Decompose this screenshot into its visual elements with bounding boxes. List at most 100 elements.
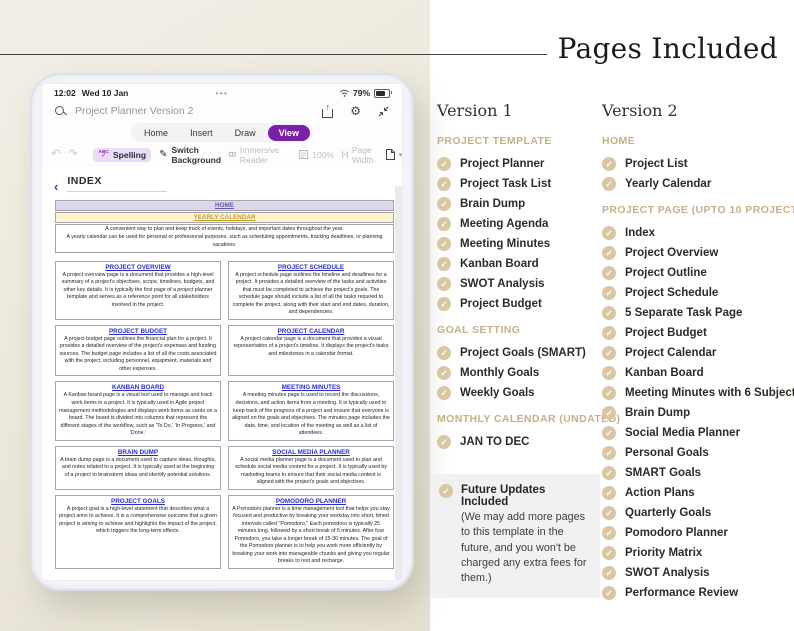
section-link[interactable]: PROJECT OVERVIEW bbox=[59, 264, 217, 271]
section-link[interactable]: PROJECT GOALS bbox=[59, 498, 217, 505]
section-description: A Pomodoro planner is a time management … bbox=[232, 505, 390, 565]
item-label: Project Calendar bbox=[625, 346, 717, 359]
group-items: Project Goals (SMART) Monthly Goals Week… bbox=[437, 346, 599, 400]
list-item: Kanban Board bbox=[437, 257, 599, 271]
yearly-calendar-link[interactable]: YEARLY CALENDAR bbox=[55, 212, 394, 223]
check-icon bbox=[602, 346, 616, 360]
version-1-column: Version 1 PROJECT TEMPLATE Project Plann… bbox=[430, 101, 620, 598]
tab-insert[interactable]: Insert bbox=[180, 126, 223, 140]
item-label: Weekly Goals bbox=[460, 386, 535, 399]
section-link[interactable]: BRAIN DUMP bbox=[59, 449, 217, 456]
list-item: Project Outline bbox=[602, 266, 794, 280]
page-group: MONTHLY CALENDAR (UNDATED) JAN TO DEC bbox=[437, 413, 620, 449]
section-link[interactable]: PROJECT BUDGET bbox=[59, 328, 217, 335]
check-icon bbox=[437, 197, 451, 211]
group-label: PROJECT PAGE (UPTO 10 PROJECTS) bbox=[602, 204, 794, 216]
item-label: 5 Separate Task Page bbox=[625, 306, 743, 319]
check-icon bbox=[602, 406, 616, 420]
page-header: ‹ INDEX bbox=[42, 166, 402, 193]
index-table: HOME YEARLY CALENDAR A convenient way to… bbox=[55, 200, 394, 580]
immersive-reader-button[interactable]: Immersive Reader bbox=[229, 145, 283, 165]
section-link[interactable]: POMODORO PLANNER bbox=[232, 498, 390, 505]
check-icon bbox=[602, 326, 616, 340]
item-label: Project Budget bbox=[625, 326, 707, 339]
list-item: Project Schedule bbox=[602, 286, 794, 300]
item-label: Pomodoro Planner bbox=[625, 526, 728, 539]
index-section: MEETING MINUTES A meeting minutes page i… bbox=[228, 381, 394, 441]
version-2-column: Version 2 HOME Project List bbox=[602, 101, 794, 606]
switch-background-button[interactable]: Switch Background bbox=[159, 145, 221, 165]
list-item: Yearly Calendar bbox=[602, 177, 794, 191]
section-link[interactable]: SOCIAL MEDIA PLANNER bbox=[232, 449, 390, 456]
item-label: Monthly Goals bbox=[460, 366, 540, 379]
section-link[interactable]: PROJECT SCHEDULE bbox=[232, 264, 390, 271]
switch-background-label: Switch Background bbox=[171, 144, 222, 165]
section-link[interactable]: PROJECT CALENDAR bbox=[232, 328, 390, 335]
back-chevron-icon[interactable]: ‹ bbox=[54, 180, 58, 193]
home-link[interactable]: HOME bbox=[55, 200, 394, 211]
document-title[interactable]: Project Planner Version 2 bbox=[75, 105, 193, 117]
check-icon bbox=[602, 157, 616, 171]
group-items: Index Project Overview Project Outline bbox=[602, 226, 794, 600]
tab-home[interactable]: Home bbox=[134, 126, 178, 140]
section-description: A project goal is a high-level statement… bbox=[59, 505, 217, 535]
section-description: A brain dump page is a document used to … bbox=[60, 456, 216, 478]
section-description: A Kanban board page is a visual tool use… bbox=[59, 392, 217, 437]
list-item: Quarterly Goals bbox=[602, 506, 794, 520]
check-icon bbox=[602, 426, 616, 440]
new-page-button[interactable]: ▾ bbox=[386, 149, 402, 160]
zoom-lines-icon bbox=[299, 150, 308, 159]
share-icon[interactable] bbox=[322, 105, 334, 118]
version-1-groups: PROJECT TEMPLATE Project Planner Project bbox=[437, 135, 620, 449]
status-dots-icon: ••• bbox=[215, 88, 229, 98]
spelling-button[interactable]: ABC ✓ Spelling bbox=[93, 147, 152, 162]
note-body: (We may add more pages to this template … bbox=[461, 511, 587, 585]
page-width-button[interactable]: Page Width bbox=[342, 145, 378, 165]
index-section: BRAIN DUMP A brain dump page is a docume… bbox=[55, 445, 221, 490]
item-label: Social Media Planner bbox=[625, 426, 741, 439]
list-item: Action Plans bbox=[602, 486, 794, 500]
item-label: Action Plans bbox=[625, 486, 695, 499]
tab-draw[interactable]: Draw bbox=[225, 126, 266, 140]
tab-view[interactable]: View bbox=[267, 124, 310, 141]
item-label: Kanban Board bbox=[460, 257, 539, 270]
item-label: SWOT Analysis bbox=[625, 566, 710, 579]
list-item: SMART Goals bbox=[602, 466, 794, 480]
item-label: Kanban Board bbox=[625, 366, 704, 379]
search-icon[interactable] bbox=[55, 105, 66, 117]
check-icon bbox=[602, 586, 616, 600]
gear-icon[interactable] bbox=[350, 102, 361, 120]
check-icon bbox=[437, 435, 451, 449]
check-icon bbox=[437, 157, 451, 171]
list-item: Project List bbox=[602, 157, 794, 171]
battery-percent: 79% bbox=[352, 88, 370, 98]
item-label: Priority Matrix bbox=[625, 546, 703, 559]
list-item: Brain Dump bbox=[437, 197, 599, 211]
list-item: Project Goals (SMART) bbox=[437, 346, 599, 360]
check-icon bbox=[437, 366, 451, 380]
check-icon bbox=[439, 484, 453, 498]
check-icon bbox=[437, 177, 451, 191]
spelling-label: Spelling bbox=[113, 149, 147, 160]
check-icon bbox=[602, 177, 616, 191]
page-group: GOAL SETTING Project Goals (SMART) Month… bbox=[437, 324, 599, 400]
item-label: Index bbox=[625, 226, 656, 239]
note-page: ‹ INDEX HOME YEARLY CALENDAR A convenien… bbox=[42, 166, 402, 580]
redo-icon[interactable] bbox=[68, 149, 77, 160]
group-label: PROJECT TEMPLATE bbox=[437, 135, 552, 147]
section-link[interactable]: KANBAN BOARD bbox=[59, 384, 217, 391]
spelling-icon: ABC ✓ bbox=[98, 148, 109, 159]
section-link[interactable]: MEETING MINUTES bbox=[232, 384, 390, 391]
zoom-button[interactable]: 100% bbox=[299, 150, 334, 160]
book-icon bbox=[229, 150, 236, 159]
check-icon bbox=[602, 446, 616, 460]
check-icon bbox=[437, 217, 451, 231]
section-description: A project budget page outlines the finan… bbox=[59, 335, 217, 372]
undo-icon[interactable] bbox=[51, 149, 60, 160]
view-toolbar: ABC✓ Spelling Switch Background Immersiv… bbox=[42, 142, 402, 166]
collapse-icon[interactable] bbox=[378, 106, 389, 117]
item-label: Project Planner bbox=[460, 157, 545, 170]
check-icon bbox=[602, 386, 616, 400]
list-item: Social Media Planner bbox=[602, 426, 794, 440]
check-icon bbox=[602, 266, 616, 280]
